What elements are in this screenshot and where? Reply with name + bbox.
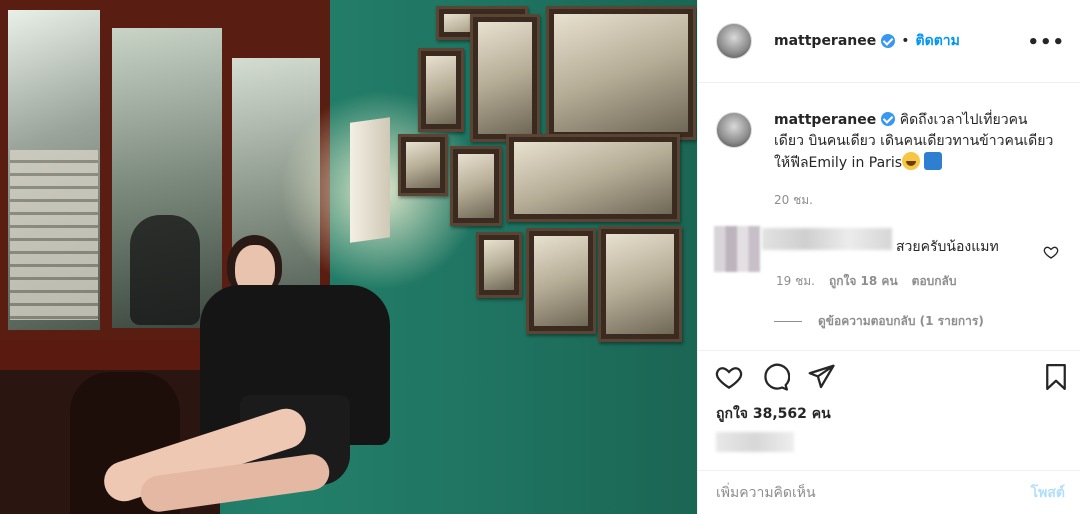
picture-frame	[546, 6, 696, 140]
caption-username[interactable]: matt​peranee	[774, 112, 876, 128]
post-header: matt​peranee • ติดตาม •••	[698, 0, 1080, 83]
comment-icon[interactable]	[760, 362, 790, 392]
picture-frame	[450, 146, 502, 226]
heart-icon[interactable]	[714, 362, 744, 392]
wall-lamp	[350, 117, 390, 243]
comment-like-heart-icon[interactable]	[1043, 244, 1059, 260]
grin-emoji-icon	[902, 152, 921, 170]
view-replies-label: ดูข้อความตอบกลับ (1 รายการ)	[818, 314, 984, 328]
likes-count[interactable]: ถูกใจ 38,562 คน	[716, 403, 831, 425]
picture-frame	[476, 232, 522, 298]
comment-composer: เพิ่มความคิดเห็น โพสต์	[698, 470, 1080, 514]
comment-time[interactable]: 19 ชม.	[776, 272, 815, 291]
avatar[interactable]	[716, 112, 752, 148]
picture-frame	[418, 48, 464, 132]
blurred-username	[762, 228, 892, 250]
view-replies-button[interactable]: ดูข้อความตอบกลับ (1 รายการ)	[774, 312, 984, 331]
blurred-date	[716, 432, 794, 452]
comment-input[interactable]: เพิ่มความคิดเห็น	[716, 482, 816, 504]
stairs	[10, 150, 98, 320]
follow-button[interactable]: ติดตาม	[916, 30, 960, 52]
bookmark-icon[interactable]	[1041, 362, 1071, 392]
picture-frame	[470, 14, 540, 142]
post-timestamp[interactable]: 20 ชม.	[774, 191, 813, 210]
replies-divider	[774, 321, 802, 322]
more-icon[interactable]: •••	[1027, 32, 1065, 53]
post-photo[interactable]	[0, 0, 697, 514]
picture-frame	[598, 226, 682, 342]
caption-text-block: matt​peranee คิดถึงเวลาไปเที่ยวคนเดียว บ…	[774, 110, 1054, 174]
caption: matt​peranee คิดถึงเวลาไปเที่ยวคนเดียว บ…	[716, 110, 1071, 174]
post-side-panel: matt​peranee • ติดตาม ••• matt​peranee ค…	[697, 0, 1080, 514]
woman-seated	[98, 235, 390, 514]
share-icon[interactable]	[806, 362, 836, 392]
verified-icon	[881, 112, 896, 126]
comment-text: สวยครับน้องแมท	[896, 239, 999, 255]
username-link[interactable]: matt​peranee	[774, 33, 876, 49]
picture-frame	[506, 134, 680, 222]
reply-button[interactable]: ตอบกลับ	[912, 272, 957, 291]
picture-frame	[398, 134, 448, 196]
verified-icon	[881, 34, 896, 48]
separator-dot: •	[901, 33, 910, 49]
picture-frame	[526, 228, 596, 334]
post-comment-button[interactable]: โพสต์	[1031, 482, 1065, 504]
avatar[interactable]	[716, 23, 752, 59]
comment-likes[interactable]: ถูกใจ 18 คน	[829, 272, 898, 291]
comment-meta: 19 ชม. ถูกใจ 18 คน ตอบกลับ	[776, 272, 957, 291]
luggage-emoji-icon	[924, 152, 943, 170]
blurred-avatar	[714, 226, 760, 272]
mirror-reflection	[130, 215, 200, 325]
actions-divider	[698, 350, 1080, 351]
